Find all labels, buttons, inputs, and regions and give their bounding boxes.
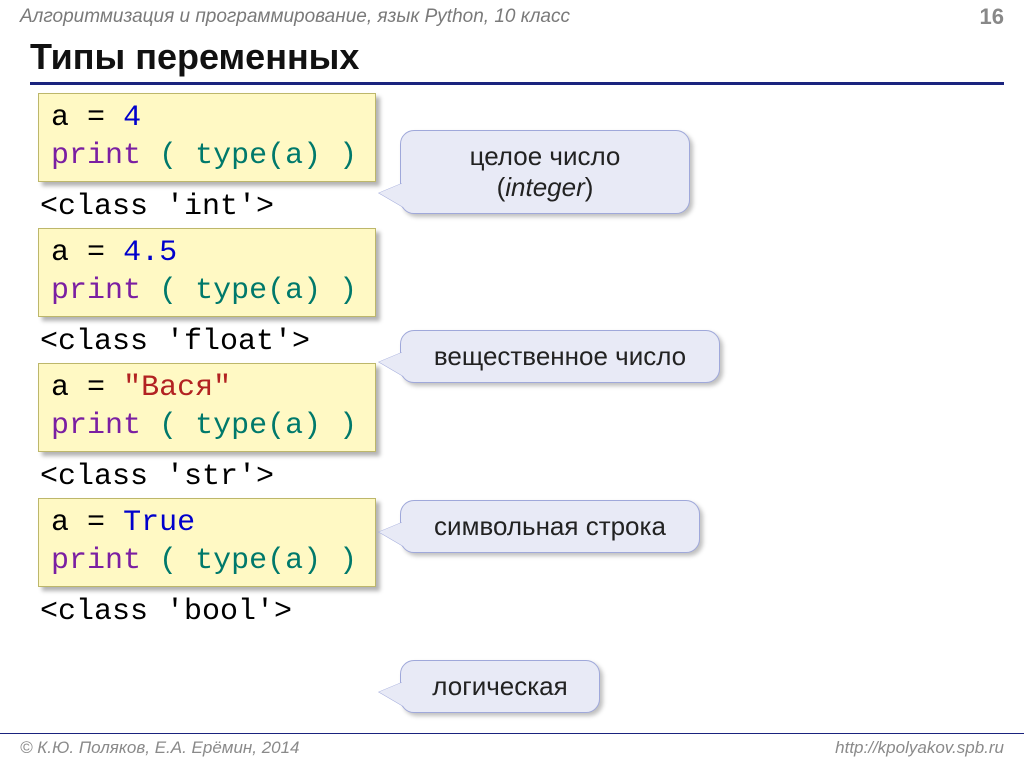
paren-close: ) [339, 139, 357, 173]
paren-open: ( [159, 409, 177, 443]
var-name: a [51, 371, 69, 405]
callout: символьная строка [400, 500, 700, 553]
code-box: a = "Вася"print ( type(a) ) [38, 363, 376, 452]
footer-url: http://kpolyakov.spb.ru [835, 738, 1004, 758]
paren-open: ( [159, 139, 177, 173]
callout-text: целое число [423, 141, 667, 172]
paren-close: ) [339, 274, 357, 308]
code-line-print: print ( type(a) ) [51, 543, 357, 581]
callout-text-2: (integer) [423, 172, 667, 203]
code-line-assign: a = 4.5 [51, 235, 357, 273]
code-box: a = Trueprint ( type(a) ) [38, 498, 376, 587]
code-box: a = 4print ( type(a) ) [38, 93, 376, 182]
callout-tail-icon [379, 352, 403, 376]
course-label: Алгоритмизация и программирование, язык … [20, 6, 570, 28]
paren-close: ) [339, 409, 357, 443]
paren-open: ( [159, 544, 177, 578]
type-arg: (a) [267, 544, 321, 578]
type-fn: type [195, 139, 267, 173]
page-number: 16 [980, 4, 1004, 30]
code-box: a = 4.5print ( type(a) ) [38, 228, 376, 317]
callout-tail-icon [379, 522, 403, 546]
type-arg: (a) [267, 274, 321, 308]
paren-close: ) [339, 544, 357, 578]
slide-title: Типы переменных [30, 36, 1004, 85]
type-fn: type [195, 409, 267, 443]
code-line-print: print ( type(a) ) [51, 408, 357, 446]
callout: логическая [400, 660, 600, 713]
var-name: a [51, 236, 69, 270]
output-line: <class 'bool'> [40, 595, 994, 629]
copyright: © К.Ю. Поляков, Е.А. Ерёмин, 2014 [20, 738, 300, 758]
equals-sign: = [87, 236, 105, 270]
literal-value: "Вася" [123, 371, 231, 405]
paren-open: ( [159, 274, 177, 308]
callout: целое число(integer) [400, 130, 690, 214]
callout: вещественное число [400, 330, 720, 383]
code-line-print: print ( type(a) ) [51, 273, 357, 311]
slide-header: Алгоритмизация и программирование, язык … [0, 0, 1024, 32]
code-line-assign: a = True [51, 505, 357, 543]
callout-tail-icon [379, 183, 403, 207]
callout-text: вещественное число [423, 341, 697, 372]
callout-text: символьная строка [423, 511, 677, 542]
code-line-assign: a = 4 [51, 100, 357, 138]
code-line-assign: a = "Вася" [51, 370, 357, 408]
print-keyword: print [51, 274, 141, 308]
var-name: a [51, 101, 69, 135]
print-keyword: print [51, 139, 141, 173]
print-keyword: print [51, 409, 141, 443]
equals-sign: = [87, 371, 105, 405]
print-keyword: print [51, 544, 141, 578]
type-arg: (a) [267, 409, 321, 443]
literal-value: True [123, 506, 195, 540]
output-line: <class 'str'> [40, 460, 994, 494]
literal-value: 4 [123, 101, 141, 135]
code-line-print: print ( type(a) ) [51, 138, 357, 176]
literal-value: 4.5 [123, 236, 177, 270]
equals-sign: = [87, 101, 105, 135]
type-fn: type [195, 274, 267, 308]
var-name: a [51, 506, 69, 540]
type-fn: type [195, 544, 267, 578]
equals-sign: = [87, 506, 105, 540]
slide-footer: © К.Ю. Поляков, Е.А. Ерёмин, 2014 http:/… [0, 733, 1024, 762]
callout-text: логическая [423, 671, 577, 702]
type-arg: (a) [267, 139, 321, 173]
callout-tail-icon [379, 682, 403, 706]
